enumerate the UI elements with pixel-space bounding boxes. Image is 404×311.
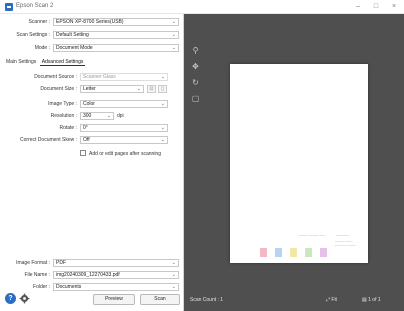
image-format-value: PDF <box>56 260 66 266</box>
minimize-button[interactable]: – <box>352 2 364 12</box>
tab-main-settings[interactable]: Main Settings <box>4 59 38 65</box>
settings-panel: Scanner : EPSON XP-8700 Series(USB) ⌄ Sc… <box>0 14 184 311</box>
chevron-down-icon: ⌄ <box>106 113 111 119</box>
folder-value: Documents <box>56 284 82 290</box>
preview-page[interactable]: ______ ______ ___ ________ ______ ____ _… <box>230 64 368 263</box>
rotate-icon[interactable]: ↻ <box>191 78 200 87</box>
page-view-button[interactable]: ▤ 1 of 1 <box>362 297 381 303</box>
folder-label: Folder : <box>33 284 50 290</box>
resolution-value: 300 <box>83 113 92 119</box>
chevron-down-icon: ⌄ <box>171 272 176 278</box>
image-type-select[interactable]: Color ⌄ <box>80 100 168 108</box>
image-type-value: Color <box>83 101 95 107</box>
scanner-select[interactable]: EPSON XP-8700 Series(USB) ⌄ <box>53 18 179 26</box>
rotate-select[interactable]: 0° ⌄ <box>80 124 168 132</box>
resolution-unit: dpi <box>117 113 124 119</box>
chevron-down-icon: ⌄ <box>171 284 176 290</box>
scan-settings-label: Scan Settings : <box>16 32 50 38</box>
chevron-down-icon: ⌄ <box>171 45 176 51</box>
select-area-icon[interactable]: ▢ <box>191 94 200 103</box>
scanner-label: Scanner : <box>28 19 50 25</box>
image-format-label: Image Format : <box>16 260 50 266</box>
image-format-select[interactable]: PDF ⌄ <box>53 259 179 267</box>
document-source-value: Scanner Glass <box>83 74 116 80</box>
file-name-select[interactable]: img20240309_12270433.pdf ⌄ <box>53 271 179 279</box>
mode-label: Mode : <box>34 45 50 51</box>
preview-button[interactable]: Preview <box>93 294 135 305</box>
color-swatch <box>305 248 312 257</box>
chevron-down-icon: ⌄ <box>171 32 176 38</box>
chevron-down-icon: ⌄ <box>160 125 165 131</box>
settings-gear-button[interactable] <box>19 293 30 304</box>
rotate-label: Rotate : <box>59 125 77 131</box>
scanner-value: EPSON XP-8700 Series(USB) <box>56 19 124 25</box>
color-swatch <box>290 248 297 257</box>
image-type-label: Image Type : <box>48 101 77 107</box>
scan-button[interactable]: Scan <box>140 294 180 305</box>
resolution-label: Resolution : <box>50 113 77 119</box>
zoom-fit-label: Fit <box>331 297 337 303</box>
color-swatch <box>275 248 282 257</box>
correct-skew-value: Off <box>83 137 90 143</box>
chevron-down-icon: ⌄ <box>160 74 165 80</box>
scan-area-icon: ⊡ <box>149 86 154 92</box>
chevron-down-icon: ⌄ <box>160 137 165 143</box>
resolution-select[interactable]: 300 ⌄ <box>80 112 114 120</box>
scan-count: Scan Count : 1 <box>190 297 224 303</box>
maximize-button[interactable]: □ <box>370 2 382 12</box>
mode-value: Document Mode <box>56 45 93 51</box>
epson-scan-app-icon <box>5 3 13 11</box>
zoom-fit-button[interactable]: ⤢ Fit <box>326 297 337 303</box>
move-icon[interactable]: ✥ <box>191 62 200 71</box>
chevron-down-icon: ⌄ <box>171 260 176 266</box>
chevron-down-icon: ⌄ <box>160 101 165 107</box>
close-window-button[interactable]: × <box>388 2 400 12</box>
document-size-select[interactable]: Letter ⌄ <box>80 85 144 93</box>
document-size-settings-button[interactable]: ▯ <box>158 85 167 93</box>
help-icon: ? <box>8 295 13 302</box>
tab-advanced-settings[interactable]: Advanced Settings <box>39 59 86 66</box>
document-source-select[interactable]: Scanner Glass ⌄ <box>80 73 168 81</box>
scan-settings-select[interactable]: Default Setting ⌄ <box>53 31 179 39</box>
chevron-down-icon: ⌄ <box>136 86 141 92</box>
document-size-detect-button[interactable]: ⊡ <box>147 85 156 93</box>
settings-tabs: Main Settings Advanced Settings <box>4 59 86 67</box>
correct-skew-select[interactable]: Off ⌄ <box>80 136 168 144</box>
preview-text-line: _______ _____ <box>335 242 356 246</box>
chevron-down-icon: ⌄ <box>171 19 176 25</box>
add-edit-pages-checkbox[interactable] <box>80 150 86 156</box>
page-icon: ▯ <box>161 86 164 92</box>
document-size-value: Letter <box>83 86 96 92</box>
folder-select[interactable]: Documents ⌄ <box>53 283 179 291</box>
file-name-label: File Name : <box>24 272 50 278</box>
correct-skew-label: Correct Document Skew : <box>20 137 77 143</box>
document-source-label: Document Source : <box>34 74 77 80</box>
title-bar: Epson Scan 2 – □ × <box>0 0 404 14</box>
color-swatch <box>260 248 267 257</box>
preview-text-line: ________ <box>336 232 350 236</box>
color-swatch <box>320 248 327 257</box>
scan-settings-value: Default Setting <box>56 32 89 38</box>
file-name-value: img20240309_12270433.pdf <box>56 272 120 278</box>
preview-text-line: ______ ______ ___ <box>298 232 325 236</box>
gear-icon <box>19 293 30 304</box>
rotate-value: 0° <box>83 125 88 131</box>
document-size-label: Document Size : <box>40 86 77 92</box>
mode-select[interactable]: Document Mode ⌄ <box>53 44 179 52</box>
window-title: Epson Scan 2 <box>16 3 54 9</box>
zoom-icon[interactable]: ⚲ <box>191 46 200 55</box>
add-edit-pages-label: Add or edit pages after scanning <box>89 151 161 157</box>
page-view-label: 1 of 1 <box>368 297 381 303</box>
help-button[interactable]: ? <box>5 293 16 304</box>
